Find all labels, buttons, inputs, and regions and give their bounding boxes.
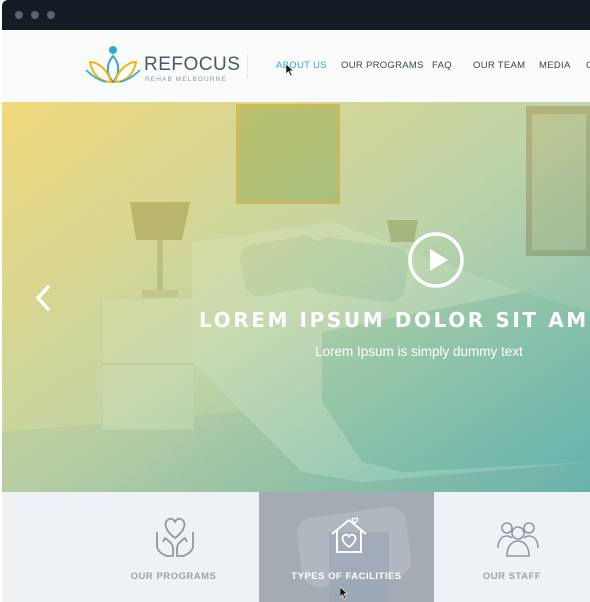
nav-media[interactable]: MEDIA	[539, 60, 571, 71]
hero-subtitle: Lorem Ipsum is simply dummy text	[315, 344, 523, 359]
tile-our-staff[interactable]: OUR STAFF	[434, 492, 590, 602]
hero-title: LOREM IPSUM DOLOR SIT AMET	[199, 308, 590, 332]
tile-our-programs[interactable]: OUR PROGRAMS	[88, 492, 259, 602]
chevron-left-icon[interactable]	[32, 284, 54, 312]
heart-home-icon	[331, 517, 367, 553]
nav-contact-truncated[interactable]: C	[586, 60, 590, 71]
brand-name: REFOCUS	[144, 54, 241, 75]
nav-about-us[interactable]: ABOUT US	[276, 60, 327, 71]
window-dot-minimize[interactable]	[31, 11, 39, 19]
hero-bedroom-image	[2, 102, 590, 492]
people-group-icon	[497, 522, 539, 557]
brand-tagline: REHAB MELBOURNE	[145, 76, 227, 83]
mouse-cursor-icon	[340, 587, 348, 599]
site-logo[interactable]: REFOCUS REHAB MELBOURNE	[84, 44, 240, 88]
tile-label: OUR STAFF	[482, 571, 542, 582]
nav-faq[interactable]: FAQ	[432, 60, 452, 71]
mouse-cursor-icon	[286, 64, 294, 76]
window-chrome	[2, 0, 590, 30]
header-divider	[247, 54, 248, 78]
tile-types-of-facilities[interactable]: TYPES OF FACILITIES	[259, 492, 434, 602]
play-icon[interactable]	[408, 232, 464, 288]
hero-banner: LOREM IPSUM DOLOR SIT AMET Lorem Ipsum i…	[2, 102, 590, 492]
nav-our-team[interactable]: OUR TEAM	[473, 60, 525, 71]
browser-window: REFOCUS REHAB MELBOURNE ABOUT US OUR PRO…	[2, 0, 590, 602]
window-dot-close[interactable]	[15, 11, 23, 19]
site-header: REFOCUS REHAB MELBOURNE ABOUT US OUR PRO…	[2, 30, 590, 102]
heart-hands-icon	[156, 517, 194, 557]
lotus-person-icon	[85, 46, 141, 84]
window-dot-maximize[interactable]	[47, 11, 55, 19]
tile-label: OUR PROGRAMS	[130, 571, 217, 582]
tile-label: TYPES OF FACILITIES	[291, 571, 402, 582]
feature-tiles: OUR PROGRAMS TYPES OF FACILITIES OUR STA…	[2, 492, 590, 602]
nav-our-programs[interactable]: OUR PROGRAMS	[341, 60, 424, 71]
